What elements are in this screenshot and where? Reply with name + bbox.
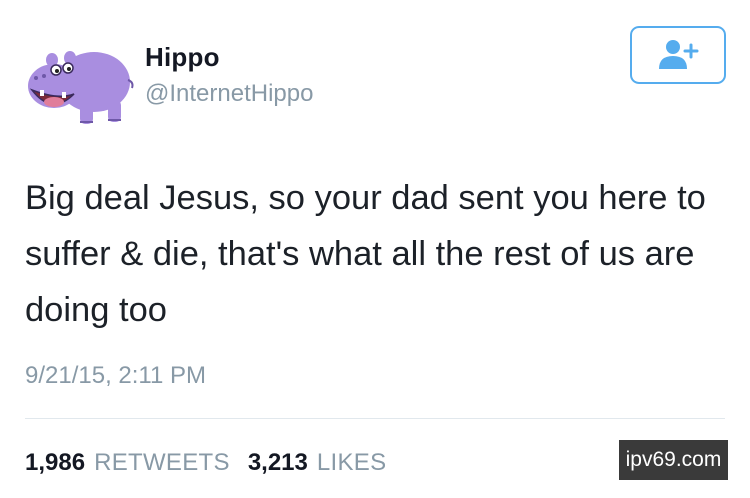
- retweets-count: 1,986: [25, 449, 86, 476]
- tweet-timestamp[interactable]: 9/21/15, 2:11 PM: [25, 362, 206, 390]
- hippo-icon: [28, 51, 134, 124]
- likes-stat[interactable]: 3,213 LIKES: [248, 449, 387, 477]
- follow-button[interactable]: [630, 26, 726, 84]
- likes-count: 3,213: [247, 449, 308, 476]
- tweet-stats: 1,986 RETWEETS 3,213 LIKES: [25, 449, 404, 477]
- watermark: ipv69.com: [619, 440, 728, 480]
- avatar[interactable]: [22, 24, 134, 132]
- tweet-text: Big deal Jesus, so your dad sent you her…: [25, 179, 706, 329]
- display-name[interactable]: Hippo: [145, 42, 220, 73]
- likes-label: LIKES: [316, 449, 387, 476]
- user-handle[interactable]: @InternetHippo: [145, 80, 313, 108]
- retweets-stat[interactable]: 1,986 RETWEETS: [25, 449, 230, 477]
- retweets-label: RETWEETS: [94, 449, 230, 476]
- divider: [25, 418, 725, 419]
- add-user-icon: [659, 40, 699, 69]
